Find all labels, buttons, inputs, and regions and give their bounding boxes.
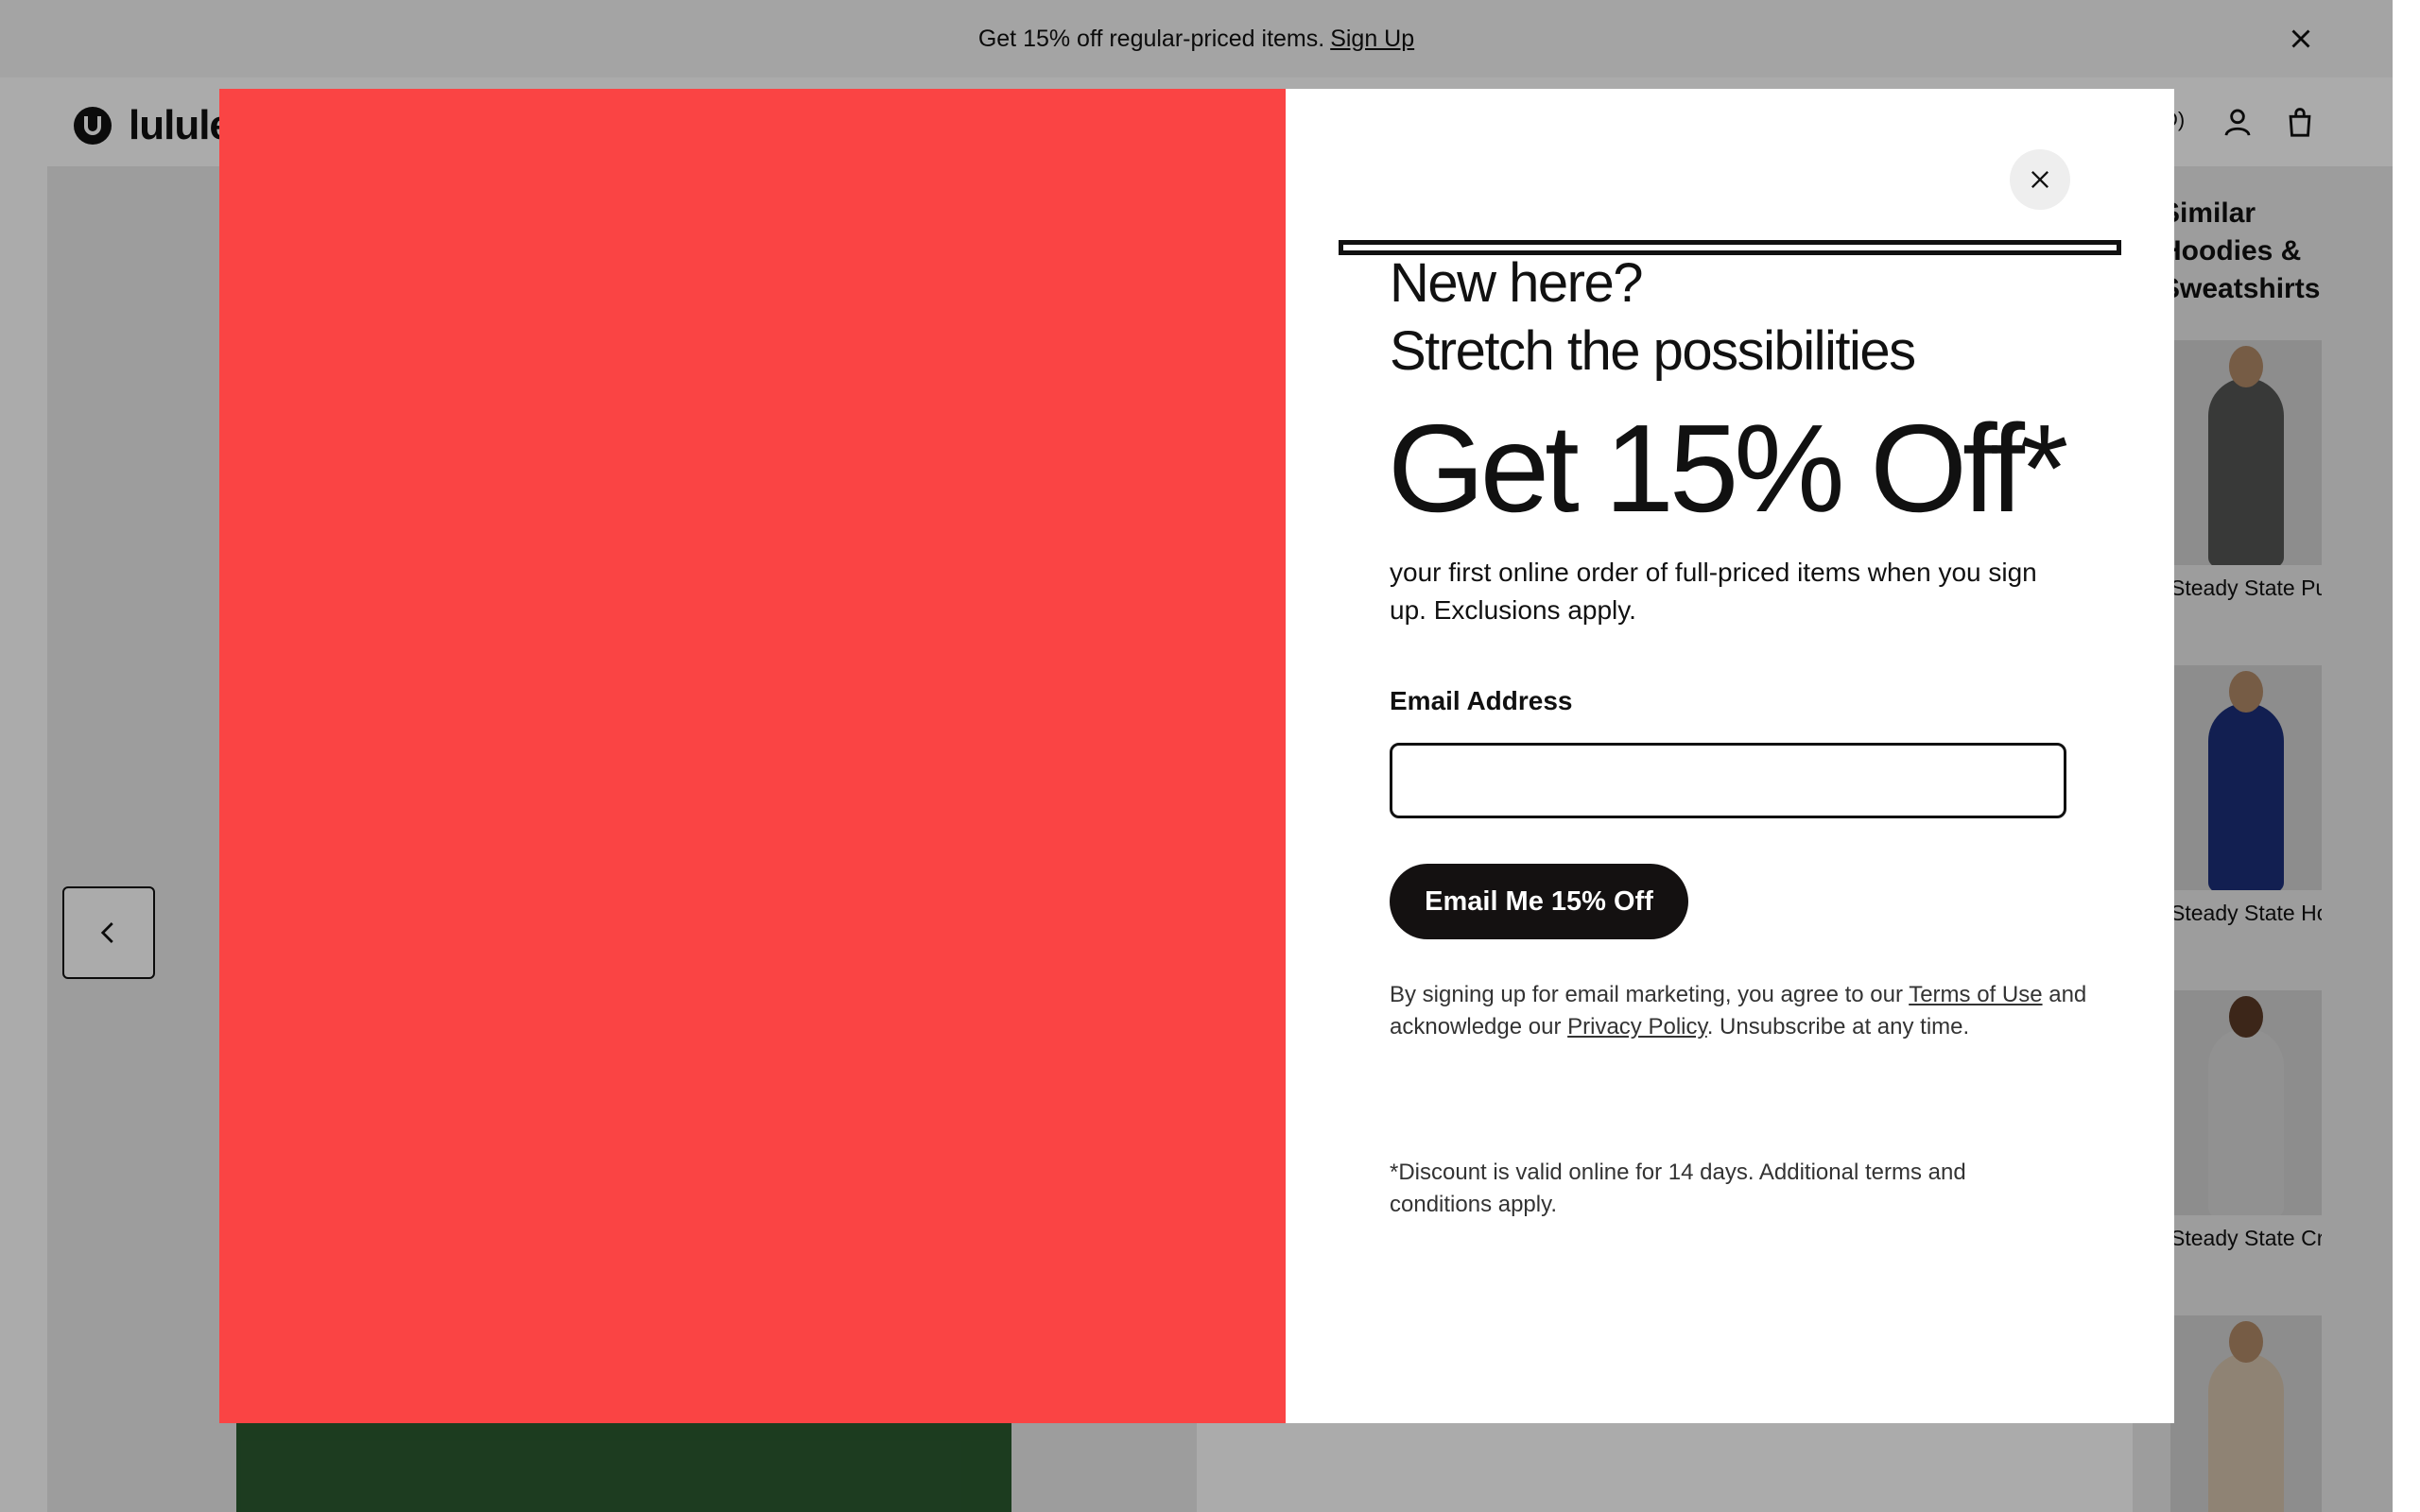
headline-new-here: New here? (1390, 252, 1643, 314)
scrollbar-gutter (2393, 0, 2420, 1512)
email-label: Email Address (1390, 686, 1573, 715)
modal-image (219, 89, 1286, 1423)
close-icon (2031, 171, 2048, 188)
privacy-policy-link[interactable]: Privacy Policy (1567, 1014, 1707, 1040)
email-signup-button[interactable]: Email Me 15% Off (1390, 864, 1688, 939)
discount-disclaimer: *Discount is valid online for 14 days. A… (1390, 1160, 1966, 1217)
terms-of-use-link[interactable]: Terms of Use (1909, 982, 2042, 1007)
modal-close-button[interactable] (2010, 149, 2070, 210)
legal-text: By signing up for email marketing, you a… (1390, 979, 2089, 1043)
email-field[interactable] (1390, 743, 2066, 818)
offer-headline: Get 15% Off* (1388, 399, 2068, 538)
offer-description: your first online order of full-priced i… (1390, 558, 2037, 625)
legal-text-prefix: By signing up for email marketing, you a… (1390, 982, 1910, 1007)
modal-content: New here? Stretch the possibilities Get … (1286, 89, 2174, 1423)
signup-modal: New here? Stretch the possibilities Get … (219, 89, 2174, 1423)
legal-text-suffix: . Unsubscribe at any time. (1706, 1014, 1970, 1040)
headline-tagline: Stretch the possibilities (1390, 320, 1916, 382)
